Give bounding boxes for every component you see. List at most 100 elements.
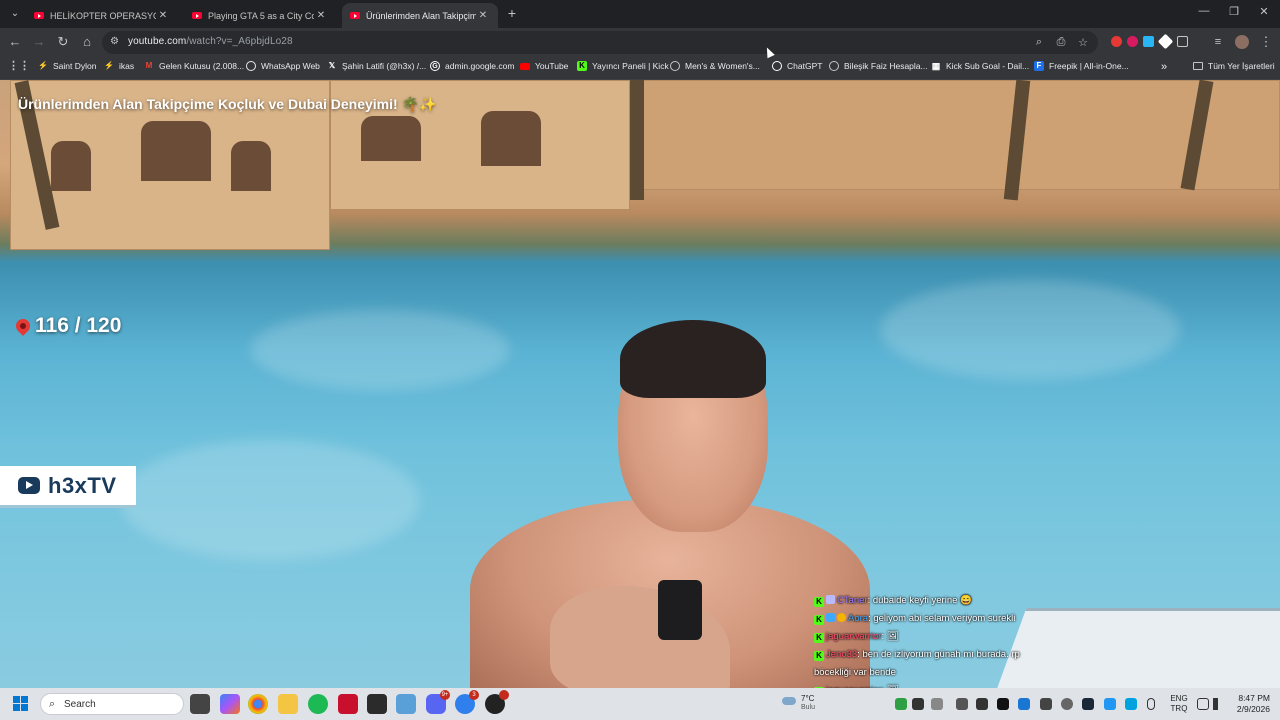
forward-arrow-icon[interactable]: → xyxy=(31,34,47,50)
location-pin-icon xyxy=(13,316,33,336)
url-text[interactable]: youtube.com/watch?v=_A6pbjdLo28 xyxy=(128,36,293,47)
microphone-icon[interactable] xyxy=(1147,698,1155,710)
bookmark-item[interactable]: Gadmin.google.com xyxy=(430,61,514,71)
video-player[interactable]: Ürünlerimden Alan Takipçime Koçluk ve Du… xyxy=(0,80,1280,688)
youtube-icon xyxy=(350,12,360,19)
tray-app-icon[interactable] xyxy=(976,698,988,710)
reading-list-icon[interactable]: ≡ xyxy=(1210,34,1226,50)
bookmark-item[interactable]: F Freepik | All-in-One... xyxy=(1034,61,1129,71)
chrome-icon[interactable] xyxy=(248,694,268,714)
system-clock[interactable]: 8:47 PM 2/9/2026 xyxy=(1230,693,1270,715)
steam-icon[interactable] xyxy=(1082,698,1094,710)
app-icon[interactable]: 3 xyxy=(455,690,479,714)
tray-app-icon[interactable] xyxy=(1018,698,1030,710)
new-tab-button[interactable]: + xyxy=(504,5,520,21)
tray-app-icon[interactable] xyxy=(1104,698,1116,710)
bookmark-item[interactable]: M Gelen Kutusu (2.008... xyxy=(144,61,244,71)
discord-icon[interactable]: 9+ xyxy=(426,690,450,714)
bolt-icon: ⚡ xyxy=(104,61,114,70)
close-icon[interactable]: ✕ xyxy=(476,10,490,21)
swimmer-hair xyxy=(620,320,766,398)
taskbar-search-input[interactable]: ⌕ Search xyxy=(40,693,184,715)
youtube-play-icon xyxy=(18,477,40,494)
network-icon[interactable] xyxy=(1197,698,1209,710)
gift-badge-icon xyxy=(837,613,846,622)
tray-app-icon[interactable] xyxy=(931,698,943,710)
tab-title: Ürünlerimden Alan Takipçime K xyxy=(366,10,476,21)
tray-app-icon[interactable] xyxy=(997,698,1009,710)
restore-icon[interactable]: ❐ xyxy=(1224,5,1244,18)
url-host: youtube.com xyxy=(128,36,187,47)
pool-reflection xyxy=(880,280,1180,380)
bookmark-item[interactable]: Bileşik Faiz Hesapla... xyxy=(829,61,928,71)
bookmark-item[interactable]: Men's & Women's... xyxy=(670,61,760,71)
input-language[interactable]: ENG TRQ xyxy=(1168,694,1190,714)
tray-app-icon[interactable] xyxy=(1061,698,1073,710)
bookmark-item[interactable]: 𝕏 Şahin Latifi (@h3x) /... xyxy=(327,61,426,71)
install-app-icon[interactable]: ⎙ xyxy=(1054,36,1068,49)
globe-icon xyxy=(670,61,680,71)
bookmark-item[interactable]: YouTube xyxy=(520,61,568,71)
task-view-icon[interactable] xyxy=(190,694,210,714)
bookmark-item[interactable]: ⚡ Saint Dylon xyxy=(38,61,96,71)
tab-1[interactable]: HELİKOPTER OPERASYONU - G ✕ xyxy=(26,3,178,28)
channel-watermark: h3xTV xyxy=(0,466,136,508)
gmail-icon: M xyxy=(145,61,153,70)
cloud-icon xyxy=(782,697,796,705)
zoom-icon[interactable]: ⌕ xyxy=(1032,36,1046,49)
app-icon[interactable] xyxy=(338,694,358,714)
phone-device xyxy=(658,580,702,640)
extension-icon[interactable] xyxy=(1157,33,1174,50)
spotify-icon[interactable] xyxy=(308,694,328,714)
site-info-icon[interactable]: ⚙ xyxy=(110,36,119,47)
bookmark-item[interactable]: ▦ Kick Sub Goal - Dail... xyxy=(931,61,1029,71)
bookmark-item[interactable]: ⚡ ikas xyxy=(104,61,134,71)
extension-icon[interactable] xyxy=(1127,36,1138,47)
app-icon[interactable] xyxy=(396,694,416,714)
kick-badge-icon: K xyxy=(814,597,824,607)
app-icon[interactable] xyxy=(485,690,509,714)
close-icon[interactable]: ✕ xyxy=(156,10,170,21)
extension-icon[interactable] xyxy=(1111,36,1122,47)
bolt-icon: ⚡ xyxy=(38,61,48,70)
palm-tree xyxy=(630,80,644,200)
minimize-icon[interactable]: — xyxy=(1194,5,1214,17)
bookmark-item[interactable]: K Yayıncı Paneli | Kick xyxy=(577,61,669,71)
extensions-puzzle-icon[interactable] xyxy=(1177,36,1188,47)
extension-icon[interactable] xyxy=(1143,36,1154,47)
bookmark-item[interactable]: ChatGPT xyxy=(772,61,822,71)
more-bookmarks-chevron-icon[interactable]: » xyxy=(1161,61,1167,73)
address-bar[interactable]: ⚙ youtube.com/watch?v=_A6pbjdLo28 ⌕ ⎙ ☆ xyxy=(102,31,1098,54)
tab-2[interactable]: Playing GTA 5 as a City Cop | LS ✕ xyxy=(184,3,336,28)
google-icon: G xyxy=(430,61,440,71)
bookmark-item[interactable]: WhatsApp Web xyxy=(246,61,320,71)
bookmark-star-icon[interactable]: ☆ xyxy=(1076,36,1090,49)
tab-search-chevron-icon[interactable]: ⌄ xyxy=(6,5,24,23)
chat-message: K Jeno33: ben de izliyorum günah mı burad… xyxy=(814,646,1064,664)
reload-icon[interactable]: ↻ xyxy=(55,34,71,50)
sub-badge-icon xyxy=(826,613,835,622)
tray-app-icon[interactable] xyxy=(895,698,907,710)
profile-avatar[interactable] xyxy=(1235,35,1249,49)
close-window-icon[interactable]: ✕ xyxy=(1254,5,1274,18)
tray-app-icon[interactable] xyxy=(956,698,968,710)
all-bookmarks-folder[interactable]: Tüm Yer İşaretleri xyxy=(1193,61,1275,71)
xbox-icon[interactable] xyxy=(367,694,387,714)
volume-icon[interactable] xyxy=(1213,698,1225,710)
close-icon[interactable]: ✕ xyxy=(314,10,328,21)
windows-start-icon[interactable] xyxy=(13,696,29,712)
tab-title: Playing GTA 5 as a City Cop | LS xyxy=(208,10,314,21)
tab-3-active[interactable]: Ürünlerimden Alan Takipçime K ✕ xyxy=(342,3,498,28)
freepik-icon: F xyxy=(1034,61,1044,71)
menu-kebab-icon[interactable]: ⋮ xyxy=(1258,34,1274,50)
home-icon[interactable]: ⌂ xyxy=(79,34,95,50)
tray-app-icon[interactable] xyxy=(1040,698,1052,710)
back-arrow-icon[interactable]: ← xyxy=(7,34,23,50)
sub-badge-icon xyxy=(826,595,835,604)
copilot-icon[interactable] xyxy=(220,694,240,714)
file-explorer-icon[interactable] xyxy=(278,694,298,714)
browser-toolbar: ← → ↻ ⌂ ⚙ youtube.com/watch?v=_A6pbjdLo2… xyxy=(0,28,1280,56)
tray-app-icon[interactable] xyxy=(912,698,924,710)
apps-grid-icon[interactable]: ⋮⋮ xyxy=(8,61,30,72)
tray-app-icon[interactable] xyxy=(1125,698,1137,710)
